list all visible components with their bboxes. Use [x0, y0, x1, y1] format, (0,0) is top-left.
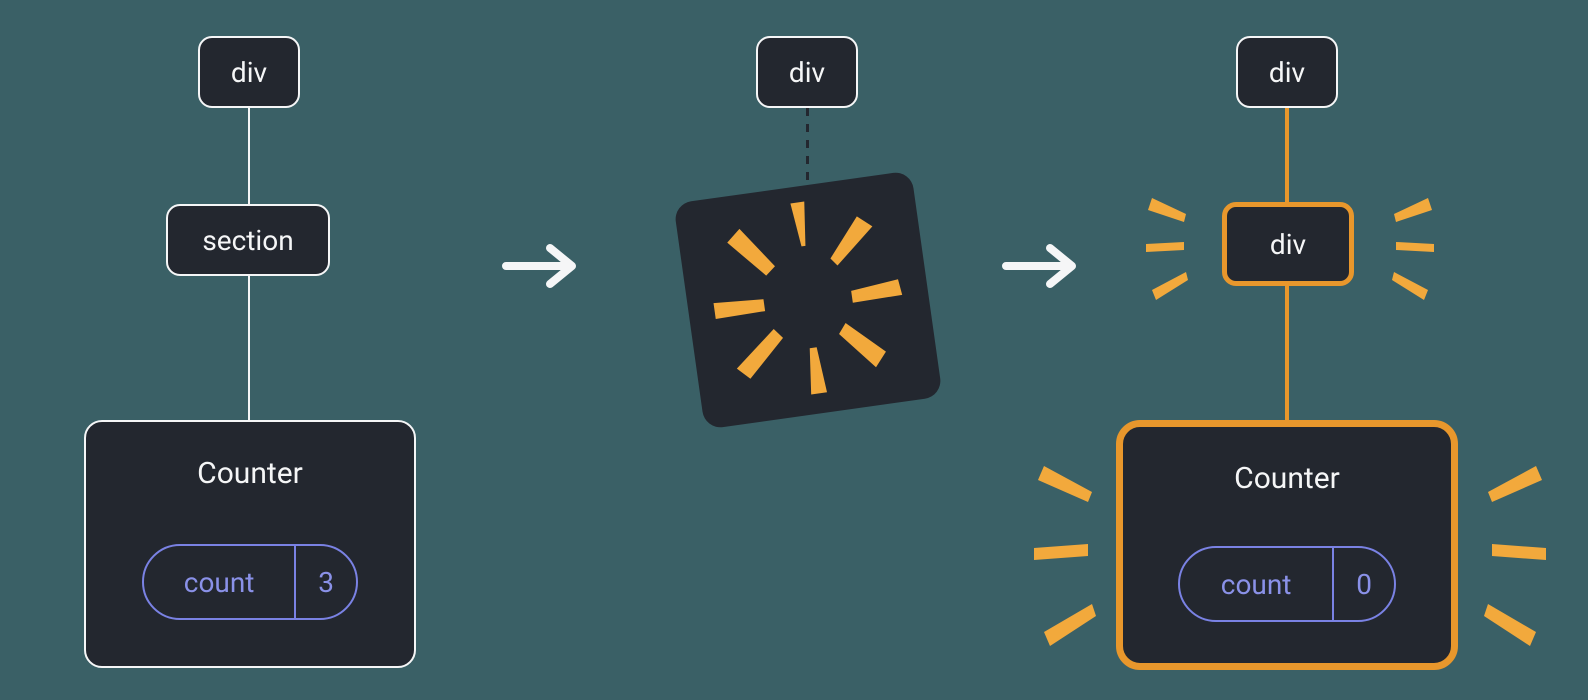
tree2-root-label: div — [789, 56, 825, 89]
tree1-edge-1 — [248, 108, 250, 204]
tree1-mid-label: section — [202, 224, 293, 257]
burst-sparks — [651, 148, 966, 452]
tree1-counter-title: Counter — [197, 456, 303, 491]
diagram-stage: div section Counter count 3 div — [0, 0, 1588, 700]
tree1-count-pill: count 3 — [142, 544, 358, 620]
tree3-edge-2 — [1285, 286, 1289, 420]
arrow-2 — [1000, 236, 1090, 296]
tree1-root-label: div — [231, 56, 267, 89]
tree1-mid-node: section — [166, 204, 330, 276]
tree3-mid-sparks — [1140, 180, 1440, 310]
tree3-leaf-sparks — [1030, 440, 1550, 660]
tree2-root-node: div — [756, 36, 858, 108]
arrow-1 — [500, 236, 590, 296]
tree1-edge-2 — [248, 276, 250, 420]
tree1-pill-label: count — [144, 566, 294, 599]
tree3-root-label: div — [1269, 56, 1305, 89]
tree1-root-node: div — [198, 36, 300, 108]
tree3-root-node: div — [1236, 36, 1338, 108]
tree1-pill-value: 3 — [294, 546, 356, 618]
